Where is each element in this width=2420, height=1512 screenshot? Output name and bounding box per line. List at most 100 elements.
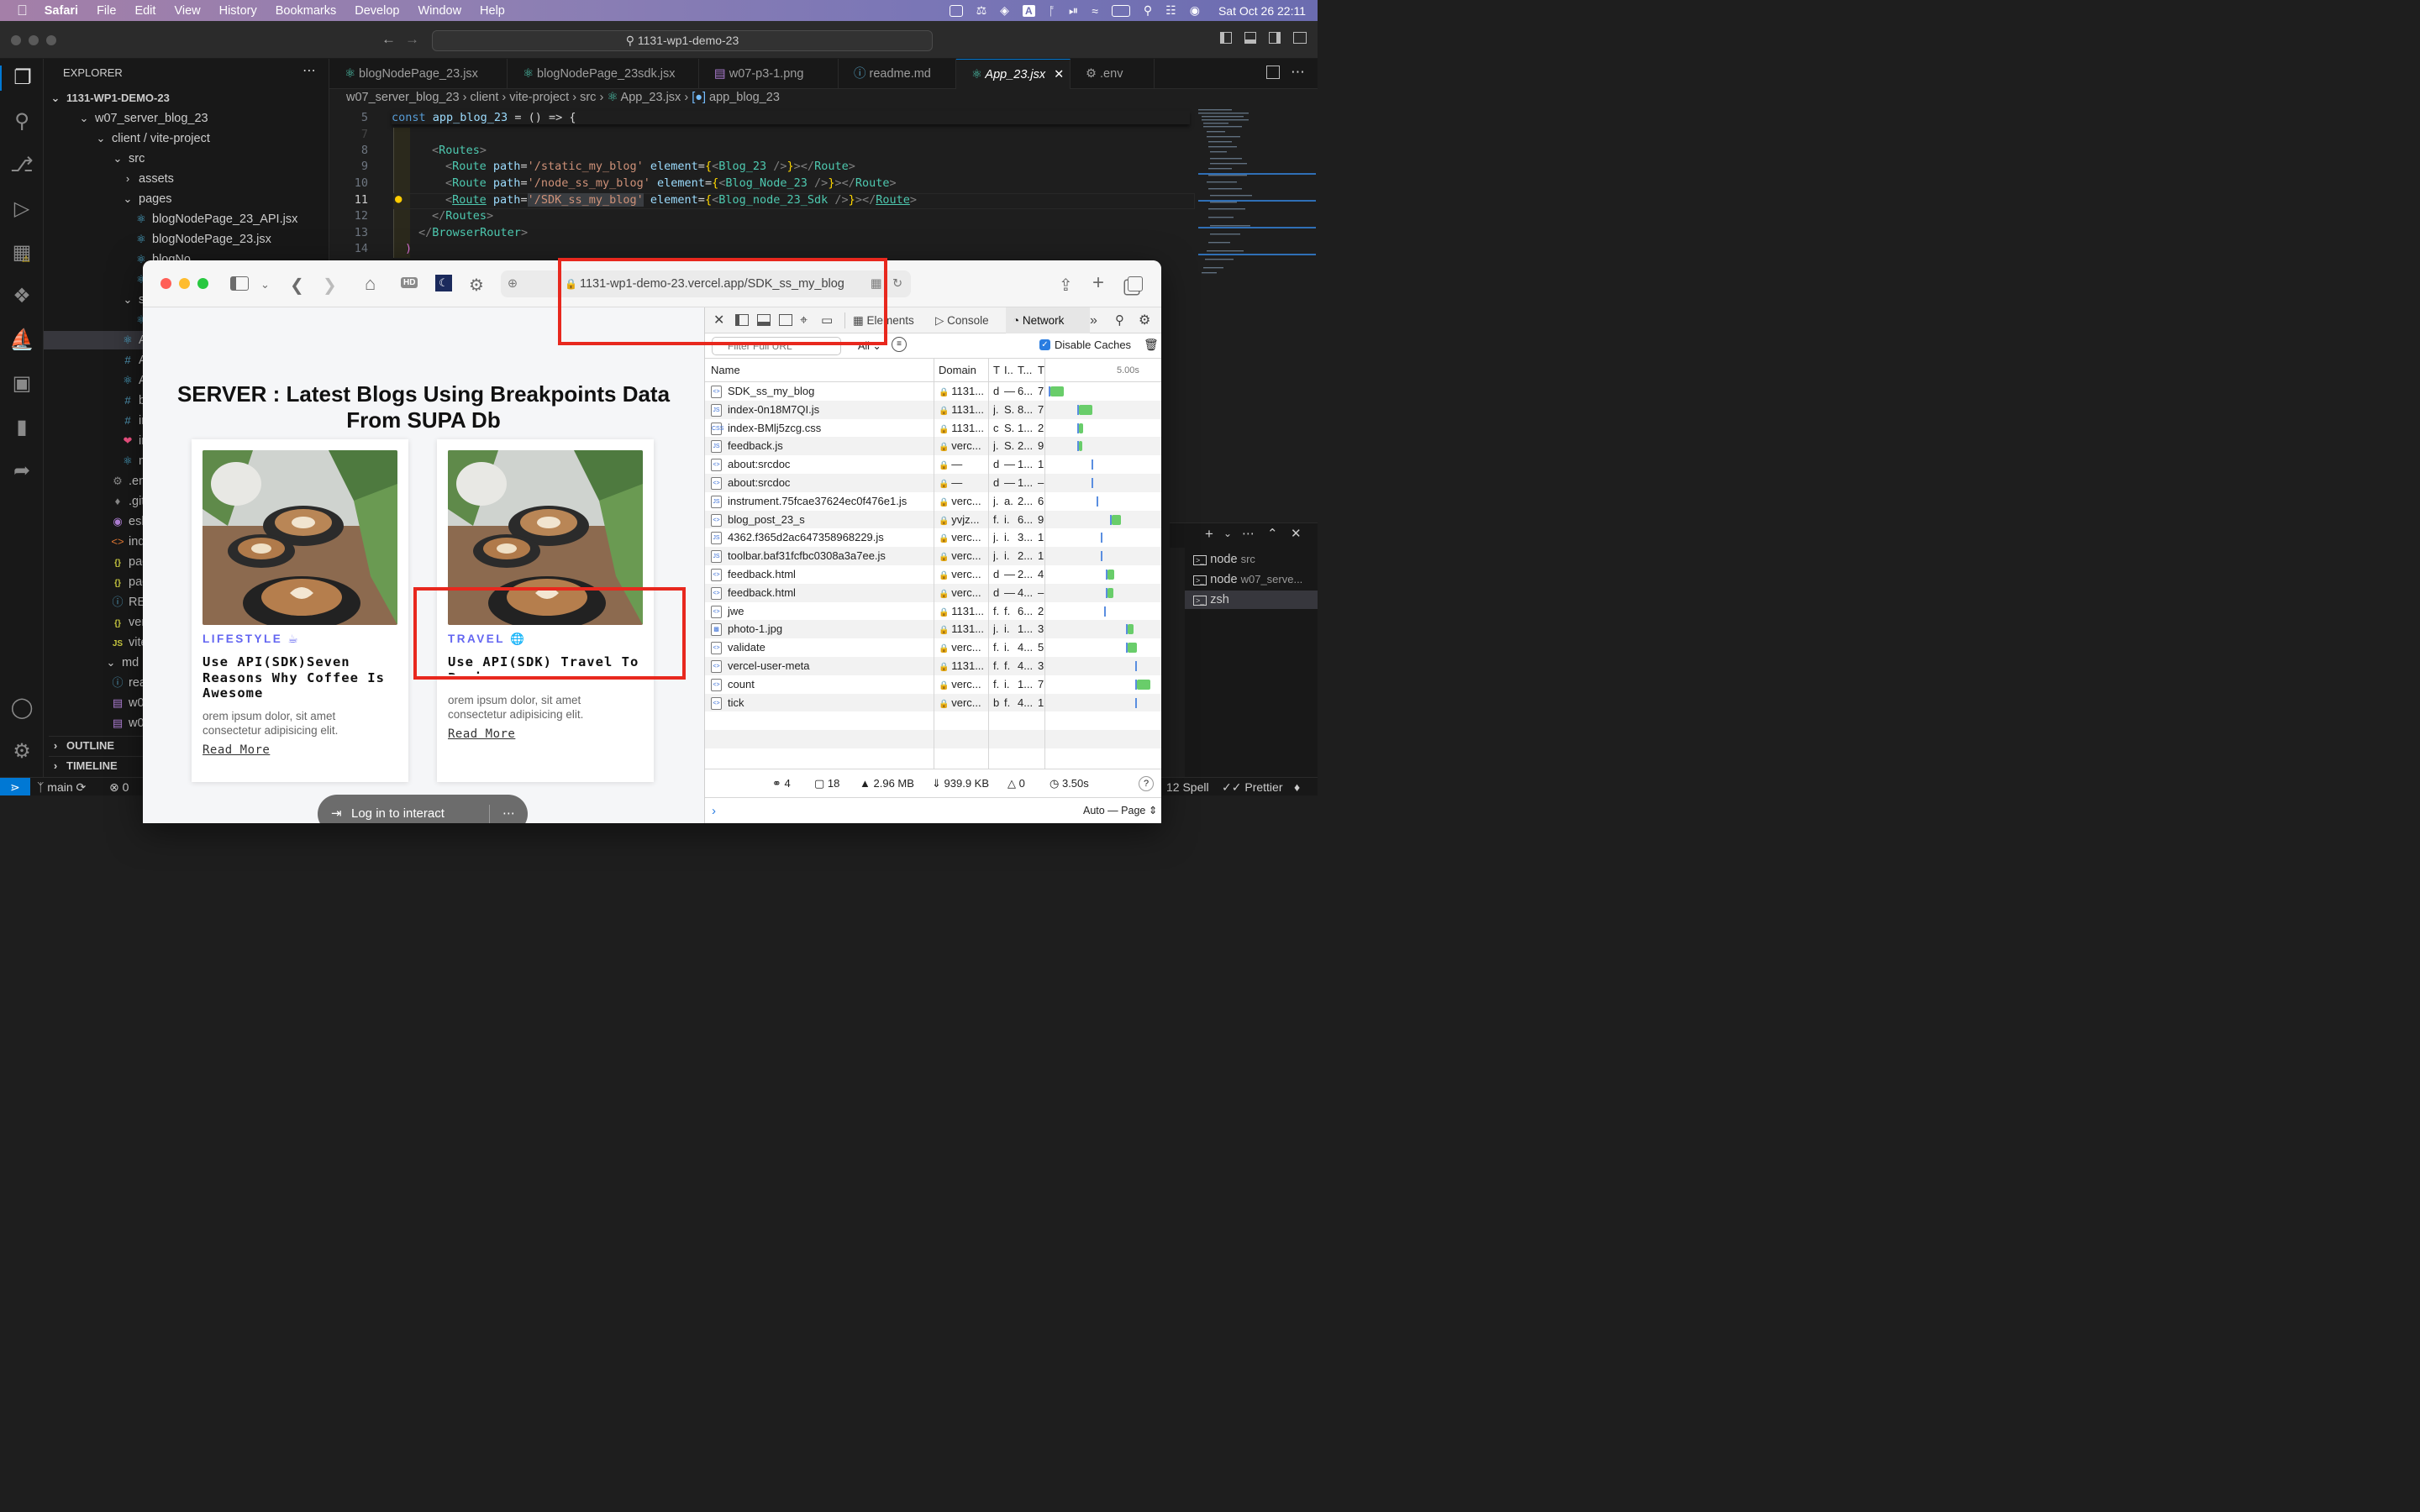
wifi-icon[interactable]: ≈	[1092, 4, 1098, 18]
back-icon[interactable]: ❮	[290, 275, 304, 296]
tree-item[interactable]: ⌄ client / vite-project	[94, 129, 210, 148]
command-center[interactable]: ⚲ 1131-wp1-demo-23	[432, 30, 933, 51]
clear-log-icon[interactable]: 🗑	[1144, 338, 1159, 352]
breadcrumb-item[interactable]: w07_server_blog_23	[346, 91, 460, 104]
apple-menu-icon[interactable]: 	[17, 3, 28, 19]
toggle-sidebar-icon[interactable]	[1220, 32, 1232, 44]
bookmark-icon[interactable]: ▮	[9, 415, 34, 440]
window-minimize-button[interactable]	[29, 35, 39, 45]
tab-env[interactable]: ⚙ .env	[1071, 59, 1155, 89]
tab-network[interactable]: ◔ Network	[1006, 307, 1090, 333]
tab-overview-icon[interactable]	[1128, 276, 1143, 291]
maximize-panel-icon[interactable]: ⌃	[1267, 526, 1278, 541]
col-name[interactable]: Name	[711, 359, 740, 382]
more-tabs-icon[interactable]: »	[1090, 307, 1097, 333]
col-type[interactable]: T	[993, 359, 1000, 382]
split-editor-icon[interactable]	[1266, 66, 1280, 79]
tab-console[interactable]: ▷ Console	[935, 307, 989, 333]
search-icon[interactable]: ⚲	[1115, 307, 1124, 333]
search-icon[interactable]: ⚲	[1144, 3, 1152, 18]
toggle-panel-icon[interactable]	[1244, 32, 1256, 44]
problems-status[interactable]: ⊗ 0	[109, 778, 129, 796]
disable-caches-checkbox[interactable]: ✓	[1039, 339, 1050, 350]
menubar-clock[interactable]: Sat Oct 26 22:11	[1218, 4, 1306, 18]
sticky-scroll-line[interactable]: const app_blog_23 = () => {	[392, 111, 1190, 124]
tab-image[interactable]: ▤ w07-p3-1.png	[699, 59, 839, 89]
menu-edit[interactable]: Edit	[134, 4, 155, 18]
breadcrumb-item[interactable]: client	[471, 91, 499, 104]
nav-back-icon[interactable]: ←	[381, 31, 396, 48]
menu-window[interactable]: Window	[418, 4, 461, 18]
tab-blognodepage-sdk[interactable]: ⚛ blogNodePage_23sdk.jsx	[508, 59, 699, 89]
read-more-link[interactable]: Read More	[203, 743, 270, 757]
menu-file[interactable]: File	[97, 4, 116, 18]
inspector-settings-icon[interactable]: ⚙	[1139, 307, 1150, 333]
menu-history[interactable]: History	[219, 4, 257, 18]
read-more-link[interactable]: Read More	[448, 727, 515, 741]
tree-item[interactable]: › assets	[121, 170, 174, 188]
window-zoom-button[interactable]	[46, 35, 56, 45]
tree-item[interactable]: ⚛ blogNodePage_23.jsx	[134, 230, 271, 249]
terminal-item[interactable]: >_ node src	[1193, 550, 1255, 569]
more-actions-icon[interactable]: ⋯	[502, 795, 515, 823]
nav-forward-icon[interactable]: →	[405, 31, 419, 48]
account-icon[interactable]: ◯	[9, 696, 34, 721]
more-actions-icon[interactable]: ⋯	[1291, 64, 1305, 81]
tab-blognodepage[interactable]: ⚛ blogNodePage_23.jsx	[329, 59, 508, 89]
car-icon[interactable]: ⚖	[976, 3, 987, 18]
close-tab-icon[interactable]: ✕	[1054, 68, 1064, 81]
window-close-button[interactable]	[11, 35, 21, 45]
safari-zoom-button[interactable]	[197, 278, 208, 289]
menu-help[interactable]: Help	[480, 4, 505, 18]
new-tab-icon[interactable]: +	[1092, 271, 1104, 295]
breadcrumb-item[interactable]: App_23.jsx	[621, 91, 681, 104]
menu-view[interactable]: View	[174, 4, 200, 18]
battery-icon[interactable]	[1111, 4, 1130, 17]
minimap[interactable]	[1195, 108, 1318, 528]
filter-options-icon[interactable]: ≡	[892, 337, 907, 352]
explorer-icon[interactable]: ❐	[0, 66, 44, 91]
close-panel-icon[interactable]: ✕	[1291, 526, 1302, 541]
live-share-icon[interactable]: ➦	[9, 459, 34, 484]
reload-icon[interactable]: ↻	[892, 270, 902, 297]
control-center-icon[interactable]: ☷	[1165, 3, 1176, 18]
input-source-icon[interactable]: A	[1022, 4, 1035, 17]
home-icon[interactable]: ⌂	[365, 273, 376, 295]
tab-readme[interactable]: ⓘ readme.md	[839, 59, 956, 89]
settings-gear-icon[interactable]: ⚙	[469, 275, 484, 296]
breadcrumb-item[interactable]: app_blog_23	[709, 91, 780, 104]
tab-app-23[interactable]: ⚛ App_23.jsx ✕	[956, 59, 1071, 89]
spell-status[interactable]: 12 Spell	[1166, 778, 1209, 796]
source-control-icon[interactable]: ⎇	[9, 153, 34, 178]
python-icon[interactable]: ❖	[9, 284, 34, 309]
execution-context-select[interactable]: Auto — Page ⇕	[1083, 798, 1157, 823]
bluetooth-icon[interactable]: ᚩ	[1049, 4, 1055, 18]
share-icon[interactable]: ⇪	[1059, 275, 1073, 296]
branch-status[interactable]: ᛉ main ⟳	[37, 778, 86, 796]
more-actions-icon[interactable]: ⋯	[1242, 526, 1255, 541]
menu-app-name[interactable]: Safari	[45, 4, 78, 18]
remote-explorer-icon[interactable]: ▣	[9, 371, 34, 396]
terminal-item[interactable]: >_ node w07_serve...	[1193, 570, 1302, 589]
run-debug-icon[interactable]: ▷	[9, 197, 34, 222]
menu-develop[interactable]: Develop	[355, 4, 399, 18]
console-prompt[interactable]: › Auto — Page ⇕	[705, 797, 1161, 823]
col-domain[interactable]: Domain	[939, 359, 976, 382]
tree-item[interactable]: ⚛ blogNodePage_23_API.jsx	[134, 210, 297, 228]
notifications-icon[interactable]: ♦	[1294, 778, 1300, 796]
tree-item[interactable]: ⌄ w07_server_blog_23	[77, 109, 208, 128]
docker-icon[interactable]: ⛵	[9, 328, 34, 353]
chevron-down-icon[interactable]: ⌄	[260, 278, 270, 291]
siri-icon[interactable]: ◉	[1190, 3, 1200, 18]
hd-extension-icon[interactable]: HD	[401, 277, 418, 288]
sidebar-toggle-icon[interactable]	[230, 276, 249, 291]
settings-gear-icon[interactable]: ⚙	[9, 739, 34, 764]
toggle-secondary-sidebar-icon[interactable]	[1269, 32, 1281, 44]
safari-close-button[interactable]	[160, 278, 171, 289]
breadcrumb-item[interactable]: src	[580, 91, 596, 104]
add-tab-group-icon[interactable]: ⊕	[504, 270, 521, 297]
more-actions-icon[interactable]: ⋯	[302, 62, 316, 81]
col-initiator[interactable]: I..	[1004, 359, 1013, 382]
help-icon[interactable]: ?	[1139, 776, 1154, 791]
col-time[interactable]: T	[1038, 359, 1044, 382]
